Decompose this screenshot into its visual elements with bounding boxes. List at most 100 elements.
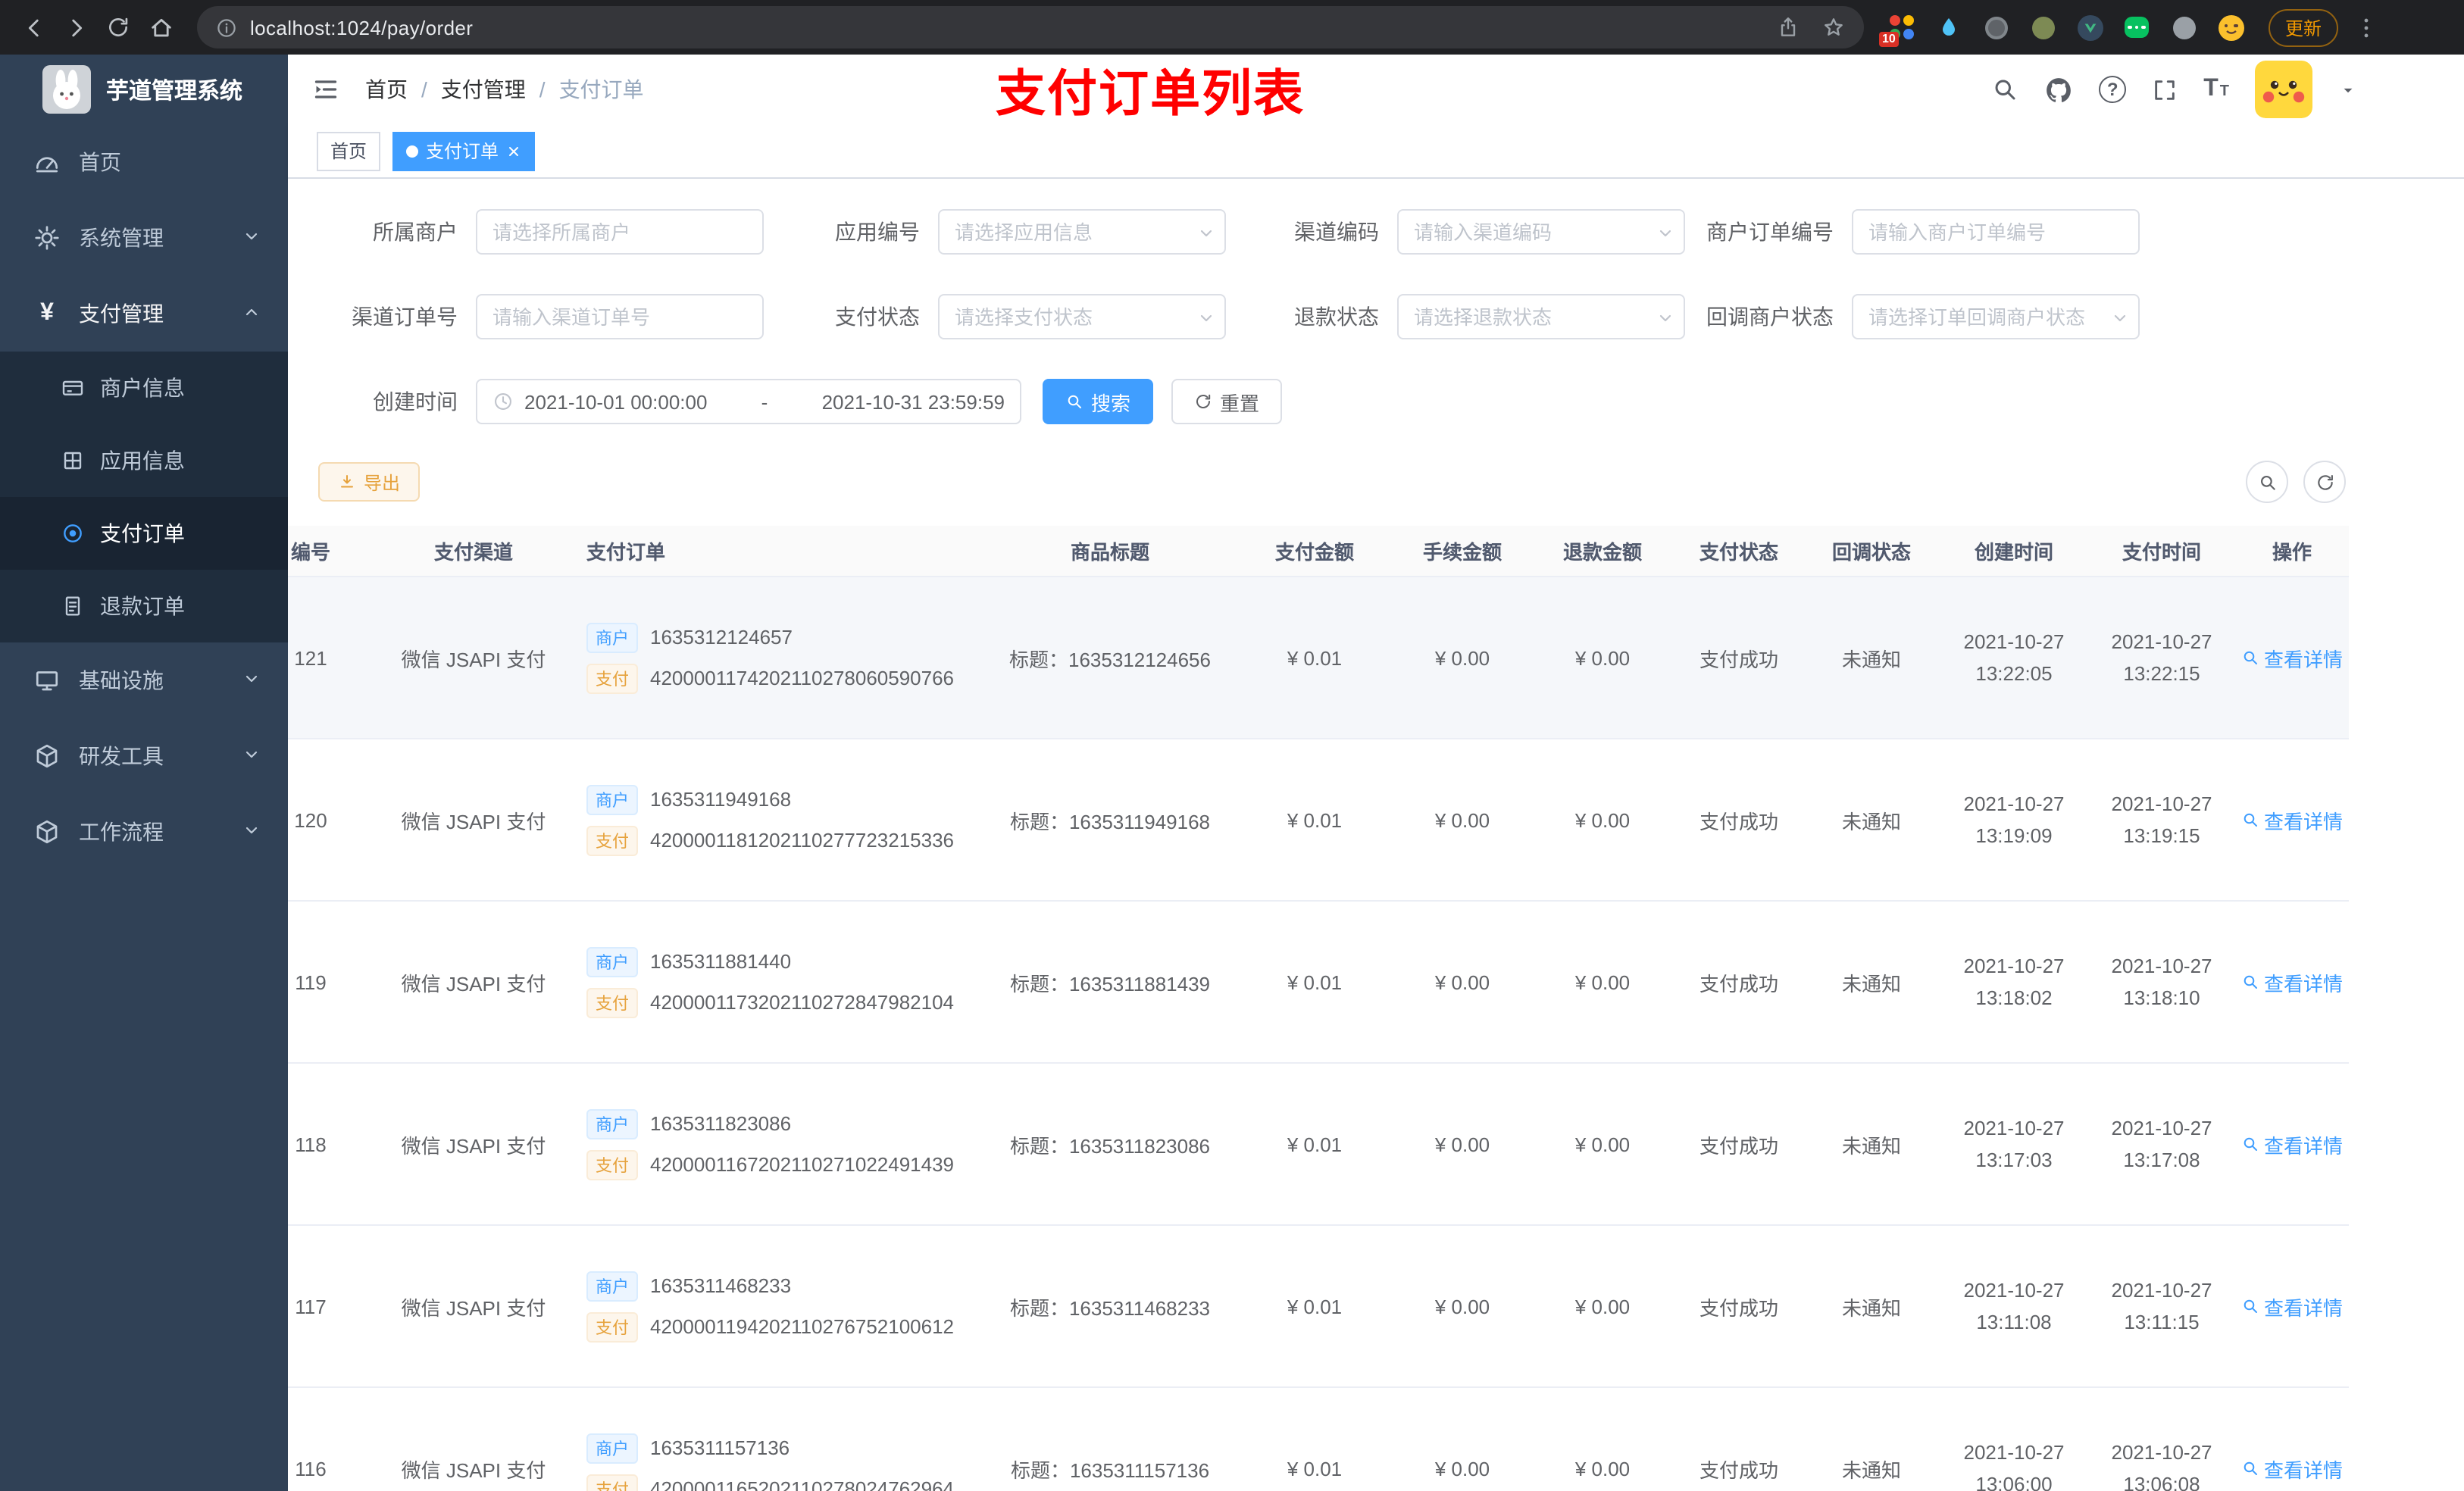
profile-avatar-icon[interactable] <box>2217 14 2244 41</box>
reload-icon[interactable] <box>97 6 139 48</box>
view-detail-link[interactable]: 查看详情 <box>2241 1454 2343 1483</box>
refund-status-select[interactable] <box>1397 294 1685 339</box>
view-detail-link[interactable]: 查看详情 <box>2241 1292 2343 1321</box>
close-icon[interactable] <box>506 143 521 158</box>
grid-icon <box>61 449 85 473</box>
table-toolbar: 导出 <box>318 461 2434 503</box>
sidebar-item-infra[interactable]: 基础设施 <box>0 642 288 718</box>
sidebar-item-merchant-info[interactable]: 商户信息 <box>0 352 288 424</box>
forward-icon[interactable] <box>55 6 97 48</box>
breadcrumb-home[interactable]: 首页 <box>365 74 408 105</box>
main-area: 首页 / 支付管理 / 支付订单 支付订单列表 ? TT 首页 支付订单 所属商… <box>288 55 2464 1491</box>
back-icon[interactable] <box>12 6 55 48</box>
filter-merchant: 所属商户 <box>318 209 764 255</box>
extension-drop-icon[interactable] <box>1935 14 1962 41</box>
table-row: 117 微信 JSAPI 支付 商户 1635311468233 支付 420000… <box>288 1226 2349 1388</box>
payment-submenu: 商户信息 应用信息 支付订单 退款订单 <box>0 352 288 642</box>
browser-toolbar: localhost:1024/pay/order 10 更新 <box>0 0 2464 55</box>
search-icon[interactable] <box>1991 76 2018 103</box>
url-text[interactable]: localhost:1024/pay/order <box>250 16 473 39</box>
filter-channel-order-no: 渠道订单号 <box>318 294 764 339</box>
caret-down-icon[interactable] <box>2338 80 2358 99</box>
help-icon[interactable]: ? <box>2099 76 2127 103</box>
vue-devtools-icon[interactable] <box>2076 14 2103 41</box>
merchant-input[interactable] <box>476 209 764 255</box>
chevron-down-icon <box>242 668 261 692</box>
sidebar-item-refund-order[interactable]: 退款订单 <box>0 570 288 642</box>
rabbit-logo-icon <box>42 65 91 114</box>
app-no-select[interactable] <box>938 209 1226 255</box>
chrome-update-button[interactable]: 更新 <box>2269 8 2339 46</box>
pay-status-select[interactable] <box>938 294 1226 339</box>
channel-code-select[interactable] <box>1397 209 1685 255</box>
sidebar-item-system[interactable]: 系统管理 <box>0 200 288 276</box>
sidebar-item-pay-order[interactable]: 支付订单 <box>0 497 288 570</box>
filter-row-2: 渠道订单号 支付状态 退款状态 <box>318 294 2434 339</box>
filter-notify-status: 回调商户状态 <box>1685 294 2140 339</box>
sidebar-item-home[interactable]: 首页 <box>0 124 288 200</box>
reset-button[interactable]: 重置 <box>1171 379 1283 424</box>
magnifier-icon <box>2241 1135 2259 1153</box>
refresh-table-button[interactable] <box>2303 461 2346 503</box>
merchant-tag: 商户 <box>586 622 638 652</box>
search-button[interactable]: 搜索 <box>1043 379 1154 424</box>
channel-order-no-input[interactable] <box>476 294 764 339</box>
pay-tag: 支付 <box>586 825 638 855</box>
logo[interactable]: 芋道管理系统 <box>0 55 288 124</box>
toggle-search-button[interactable] <box>2246 461 2288 503</box>
view-detail-link[interactable]: 查看详情 <box>2241 805 2343 834</box>
clock-icon <box>492 391 514 412</box>
date-end[interactable]: 2021-10-31 23:59:59 <box>822 390 1005 413</box>
export-button[interactable]: 导出 <box>318 462 421 502</box>
tab-pay-order[interactable]: 支付订单 <box>392 131 536 170</box>
tab-home[interactable]: 首页 <box>317 131 381 170</box>
font-size-icon[interactable]: TT <box>2203 76 2229 103</box>
credit-card-icon <box>61 376 85 400</box>
extension-colorgrid-icon[interactable]: 10 <box>1879 14 1915 47</box>
extension-badge: 10 <box>1879 32 1899 47</box>
yen-icon: ¥ <box>40 300 54 326</box>
chevron-down-icon <box>242 744 261 768</box>
merchant-tag: 商户 <box>586 1108 638 1139</box>
pay-tag: 支付 <box>586 1149 638 1180</box>
filter-channel-code: 渠道编码 <box>1226 209 1685 255</box>
avatar[interactable] <box>2255 61 2312 118</box>
table-row: 118 微信 JSAPI 支付 商户 1635311823086 支付 420000… <box>288 1064 2349 1226</box>
extension-pin-icon[interactable] <box>2170 14 2197 41</box>
sidebar-item-devtools[interactable]: 研发工具 <box>0 718 288 794</box>
wechat-extension-icon[interactable] <box>2123 14 2150 41</box>
download-icon <box>338 473 356 491</box>
sidebar-item-app-info[interactable]: 应用信息 <box>0 424 288 497</box>
sidebar-collapse-icon[interactable] <box>311 74 341 105</box>
sidebar-item-workflow[interactable]: 工作流程 <box>0 794 288 870</box>
filter-create-time: 创建时间 2021-10-01 00:00:00 - 2021-10-31 23… <box>318 379 1021 424</box>
view-detail-link[interactable]: 查看详情 <box>2241 967 2343 996</box>
merchant-order-no-input[interactable] <box>1852 209 2140 255</box>
breadcrumb-payment[interactable]: 支付管理 <box>441 74 526 105</box>
github-icon[interactable] <box>2044 75 2073 104</box>
view-detail-link[interactable]: 查看详情 <box>2241 643 2343 672</box>
notify-status-select[interactable] <box>1852 294 2140 339</box>
filter-merchant-order-no: 商户订单编号 <box>1685 209 2140 255</box>
filter-pay-status: 支付状态 <box>764 294 1226 339</box>
view-detail-link[interactable]: 查看详情 <box>2241 1130 2343 1158</box>
breadcrumb: 首页 / 支付管理 / 支付订单 <box>365 74 644 105</box>
address-bar[interactable]: localhost:1024/pay/order <box>197 6 1864 48</box>
magnifier-icon <box>2241 649 2259 667</box>
bookmark-star-icon[interactable] <box>1821 15 1846 39</box>
document-icon <box>61 594 85 618</box>
chevron-down-icon <box>242 820 261 844</box>
home-icon[interactable] <box>139 6 182 48</box>
annotation-title: 支付订单列表 <box>996 65 1305 121</box>
extension-olive-circle-icon[interactable] <box>2029 14 2056 41</box>
fullscreen-icon[interactable] <box>2152 77 2178 102</box>
date-start[interactable]: 2021-10-01 00:00:00 <box>524 390 707 413</box>
sidebar-item-payment[interactable]: ¥ 支付管理 <box>0 276 288 352</box>
share-icon[interactable] <box>1776 15 1800 39</box>
active-tab-dot <box>406 145 419 157</box>
extension-gray-circle-icon[interactable] <box>1982 14 2009 41</box>
date-range-picker[interactable]: 2021-10-01 00:00:00 - 2021-10-31 23:59:5… <box>476 379 1021 424</box>
site-info-icon[interactable] <box>215 16 238 39</box>
chevron-down-icon <box>242 226 261 250</box>
browser-menu-icon[interactable] <box>2353 14 2379 40</box>
